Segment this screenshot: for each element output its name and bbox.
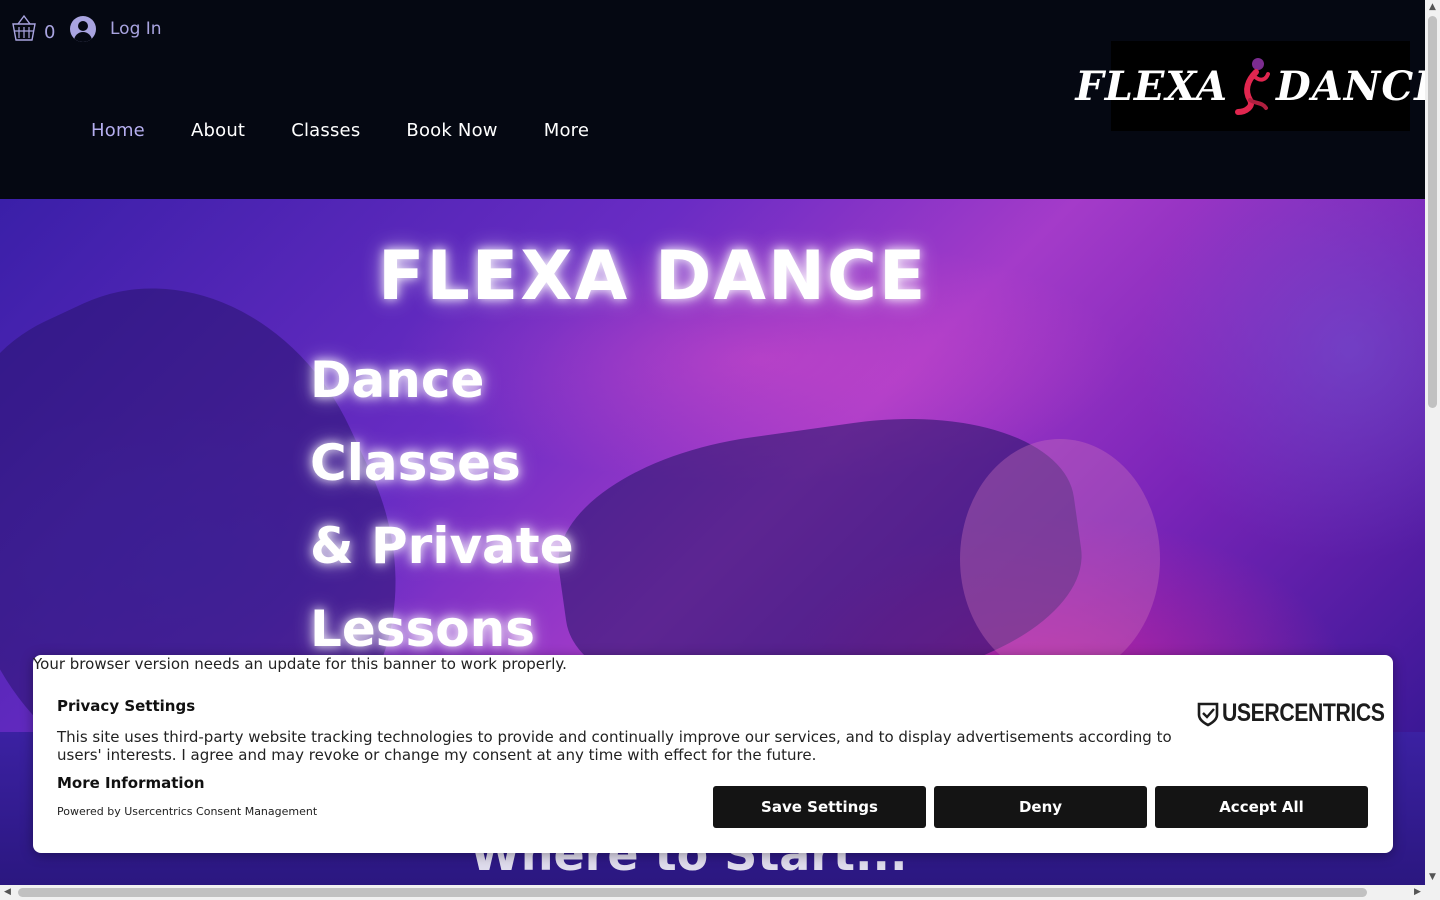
dancer-logo-icon <box>1235 58 1271 115</box>
shield-icon <box>1197 702 1219 726</box>
vertical-scroll-thumb[interactable] <box>1428 16 1437 408</box>
basket-icon <box>12 14 36 41</box>
hero-subtitle: Dance Classes & Private Lessons <box>310 339 690 671</box>
hero-title: FLEXA DANCE <box>378 237 928 316</box>
logo-text-left: FLEXA <box>1075 62 1229 110</box>
more-information-link[interactable]: More Information <box>57 774 205 792</box>
nav-item-about[interactable]: About <box>168 113 268 149</box>
consent-banner: Privacy Settings This site uses third-pa… <box>33 655 1393 853</box>
scroll-up-arrow-icon[interactable]: ▲ <box>1425 0 1440 15</box>
cart-button[interactable]: 0 <box>10 12 60 46</box>
site-header: 0 Log In Home About Classes Book Now Mor… <box>0 0 1440 199</box>
cart-count: 0 <box>44 22 56 43</box>
consent-description: This site uses third-party website track… <box>57 728 1172 764</box>
scroll-left-arrow-icon[interactable]: ◀ <box>0 885 15 900</box>
horizontal-scrollbar[interactable]: ◀ ▶ <box>0 885 1425 900</box>
user-avatar-icon <box>70 16 96 42</box>
hero-subtitle-line: Classes <box>310 434 521 492</box>
usercentrics-wordmark: USERCENTRICS <box>1222 699 1385 727</box>
nav-item-book-now[interactable]: Book Now <box>383 113 520 149</box>
scroll-down-arrow-icon[interactable]: ▼ <box>1425 870 1440 885</box>
nav-item-classes[interactable]: Classes <box>268 113 383 149</box>
hero-subtitle-line: & Private <box>310 517 574 575</box>
browser-update-warning: Your browser version needs an update for… <box>33 655 567 673</box>
vertical-scrollbar[interactable]: ▲ ▼ <box>1425 0 1440 885</box>
consent-title: Privacy Settings <box>57 697 196 715</box>
hero-image-shape <box>960 439 1160 679</box>
nav-item-home[interactable]: Home <box>68 113 168 149</box>
login-button[interactable]: Log In <box>70 14 162 44</box>
hero-subtitle-line: Dance <box>310 351 485 409</box>
site-logo[interactable]: FLEXA DANCE <box>1075 41 1440 131</box>
login-label: Log In <box>110 19 162 39</box>
accept-all-button[interactable]: Accept All <box>1155 786 1368 828</box>
scroll-right-arrow-icon[interactable]: ▶ <box>1410 885 1425 900</box>
save-settings-button[interactable]: Save Settings <box>713 786 926 828</box>
hero-section: FLEXA DANCE Dance Classes & Private Less… <box>0 199 1425 732</box>
deny-button[interactable]: Deny <box>934 786 1147 828</box>
scrollbar-corner <box>1425 885 1440 900</box>
usercentrics-logo: USERCENTRICS <box>1197 699 1413 728</box>
logo-text-right: DANCE <box>1276 62 1440 110</box>
nav-item-more[interactable]: More <box>521 113 612 149</box>
horizontal-scroll-thumb[interactable] <box>18 888 1367 897</box>
powered-by-text: Powered by Usercentrics Consent Manageme… <box>57 805 318 818</box>
main-nav: Home About Classes Book Now More <box>68 113 612 149</box>
